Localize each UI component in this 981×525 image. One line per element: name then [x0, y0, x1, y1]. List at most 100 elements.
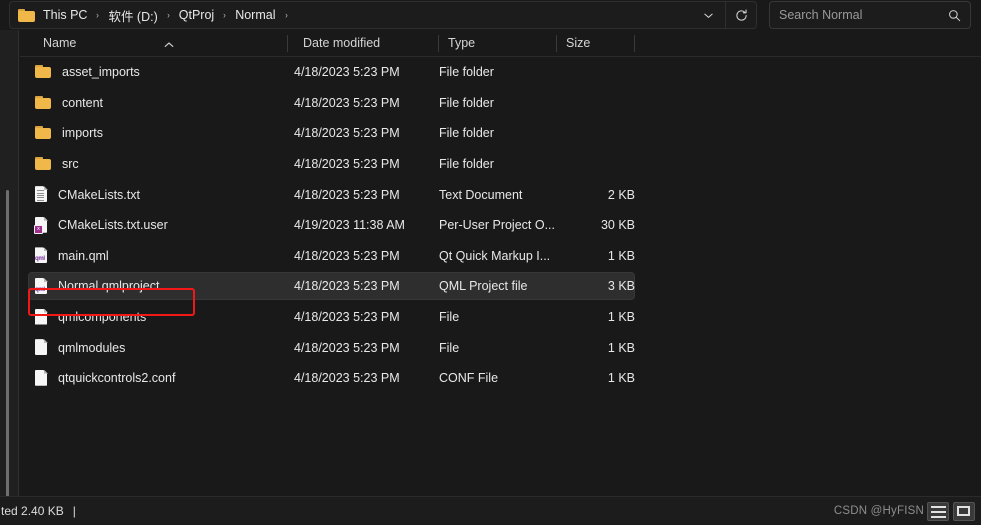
column-header-date-label: Date modified — [303, 36, 381, 50]
file-type-cell: Per-User Project O... — [439, 218, 555, 233]
file-list-pane: Name Date modified Type Size asset_impor… — [20, 30, 981, 496]
file-name-label: qmlmodules — [58, 340, 126, 355]
file-date-cell: 4/18/2023 5:23 PM — [294, 279, 400, 294]
folder-icon — [34, 125, 52, 141]
column-divider[interactable] — [287, 35, 288, 52]
file-name-label: CMakeLists.txt — [58, 187, 140, 202]
file-date-cell: 4/18/2023 5:23 PM — [294, 65, 400, 80]
file-name-cell[interactable]: imports — [34, 125, 289, 141]
file-date-cell: 4/18/2023 5:23 PM — [294, 248, 400, 263]
tiles-view-icon[interactable] — [953, 501, 975, 521]
navigation-pane-scrollbar[interactable] — [6, 190, 9, 512]
file-name-cell[interactable]: qmlcomponents — [34, 308, 289, 326]
folder-icon — [34, 64, 52, 80]
address-bar-actions — [693, 2, 756, 28]
file-type-cell: File folder — [439, 126, 494, 141]
file-type-cell: File folder — [439, 157, 494, 172]
table-row[interactable]: qml main.qml 4/18/2023 5:23 PM Qt Quick … — [20, 241, 981, 272]
search-icon[interactable] — [948, 9, 961, 22]
file-name-cell[interactable]: qmlmodules — [34, 339, 289, 356]
file-name-label: qtquickcontrols2.conf — [58, 371, 176, 386]
file-type-cell: File — [439, 310, 460, 325]
breadcrumb-bar[interactable]: This PC › 软件 (D:) › QtProj › Normal › — [9, 1, 757, 29]
watermark: CSDN @HyFISN — [833, 505, 924, 517]
table-row[interactable]: qmlcomponents 4/18/2023 5:23 PM File 1 K… — [20, 302, 981, 333]
column-header-size[interactable]: Size — [557, 30, 634, 56]
file-name-label: Normal.qmlproject — [58, 279, 160, 294]
file-type-cell: File — [439, 340, 460, 355]
file-date-cell: 4/18/2023 5:23 PM — [294, 95, 400, 110]
file-date-cell: 4/18/2023 5:23 PM — [294, 371, 400, 386]
table-row-selected[interactable]: qml Normal.qmlproject 4/18/2023 5:23 PM … — [20, 271, 981, 302]
table-row[interactable]: x CMakeLists.txt.user 4/19/2023 11:38 AM… — [20, 210, 981, 241]
file-name-cell[interactable]: qtquickcontrols2.conf — [34, 369, 289, 387]
file-type-cell: CONF File — [439, 371, 499, 386]
file-name-label: main.qml — [58, 248, 109, 263]
file-name-cell[interactable]: src — [34, 156, 289, 172]
table-row[interactable]: CMakeLists.txt 4/18/2023 5:23 PM Text Do… — [20, 179, 981, 210]
column-divider[interactable] — [634, 35, 635, 52]
table-row[interactable]: content 4/18/2023 5:23 PM File folder — [20, 88, 981, 119]
file-date-cell: 4/18/2023 5:23 PM — [294, 126, 400, 141]
table-row[interactable]: src 4/18/2023 5:23 PM File folder — [20, 149, 981, 180]
xml-file-icon: x — [34, 216, 48, 234]
breadcrumb-separator[interactable]: › — [161, 10, 176, 20]
breadcrumb-separator[interactable]: › — [217, 10, 232, 20]
folder-icon — [18, 8, 35, 22]
table-row[interactable]: asset_imports 4/18/2023 5:23 PM File fol… — [20, 57, 981, 88]
table-row[interactable]: qmlmodules 4/18/2023 5:23 PM File 1 KB — [20, 332, 981, 363]
breadcrumb-separator[interactable]: › — [278, 10, 293, 20]
file-name-label: content — [62, 95, 104, 110]
file-type-cell: Text Document — [439, 187, 523, 202]
chevron-down-icon[interactable] — [693, 2, 723, 28]
file-size-cell: 1 KB — [607, 340, 635, 355]
details-view-icon[interactable] — [927, 501, 949, 521]
file-size-cell: 1 KB — [607, 310, 635, 325]
column-header-type[interactable]: Type — [439, 30, 556, 56]
file-size-cell: 30 KB — [600, 218, 635, 233]
file-name-label: imports — [62, 126, 103, 141]
blank-file-icon — [34, 308, 48, 326]
file-type-cell: File folder — [439, 65, 494, 80]
file-name-cell[interactable]: CMakeLists.txt — [34, 186, 289, 203]
breadcrumb-item-qtproj[interactable]: QtProj — [177, 6, 216, 24]
breadcrumb-item-drive-d[interactable]: 软件 (D:) — [106, 4, 159, 27]
folder-icon — [34, 156, 52, 172]
file-date-cell: 4/18/2023 5:23 PM — [294, 187, 400, 202]
address-bar: This PC › 软件 (D:) › QtProj › Normal › Se… — [0, 0, 981, 30]
file-date-cell: 4/18/2023 5:23 PM — [294, 340, 400, 355]
status-separator: | — [72, 503, 76, 518]
breadcrumb-item-normal[interactable]: Normal — [233, 6, 277, 24]
blank-file-icon — [34, 339, 48, 356]
file-size-cell: 2 KB — [607, 187, 635, 202]
file-type-cell: QML Project file — [439, 279, 528, 294]
search-box[interactable]: Search Normal — [769, 1, 971, 29]
file-date-cell: 4/18/2023 5:23 PM — [294, 157, 400, 172]
search-input[interactable]: Search Normal — [779, 8, 862, 22]
file-name-cell[interactable]: qml Normal.qmlproject — [34, 277, 289, 295]
file-type-cell: Qt Quick Markup I... — [439, 248, 551, 263]
column-header-date-modified[interactable]: Date modified — [294, 30, 438, 56]
file-name-label: CMakeLists.txt.user — [58, 218, 168, 233]
refresh-icon[interactable] — [726, 2, 756, 28]
file-name-cell[interactable]: x CMakeLists.txt.user — [34, 216, 289, 234]
file-explorer-window: This PC › 软件 (D:) › QtProj › Normal › Se… — [0, 0, 981, 524]
text-document-icon — [34, 186, 48, 203]
file-name-label: qmlcomponents — [58, 310, 147, 325]
file-date-cell: 4/18/2023 5:23 PM — [294, 310, 400, 325]
file-size-cell: 1 KB — [607, 371, 635, 386]
column-header-type-label: Type — [448, 36, 476, 50]
file-name-cell[interactable]: asset_imports — [34, 64, 289, 80]
file-name-label: asset_imports — [62, 65, 140, 80]
file-name-label: src — [62, 157, 79, 172]
status-bar: ted 2.40 KB | CSDN @HyFISN — [0, 496, 981, 524]
breadcrumb-item-this-pc[interactable]: This PC — [41, 6, 89, 24]
column-header-row: Name Date modified Type Size — [20, 30, 981, 57]
table-row[interactable]: qtquickcontrols2.conf 4/18/2023 5:23 PM … — [20, 363, 981, 394]
file-name-cell[interactable]: qml main.qml — [34, 247, 289, 264]
file-name-cell[interactable]: content — [34, 95, 289, 111]
breadcrumb-separator[interactable]: › — [90, 10, 105, 20]
column-header-name[interactable]: Name — [34, 30, 287, 56]
file-rows: asset_imports 4/18/2023 5:23 PM File fol… — [20, 57, 981, 394]
table-row[interactable]: imports 4/18/2023 5:23 PM File folder — [20, 118, 981, 149]
